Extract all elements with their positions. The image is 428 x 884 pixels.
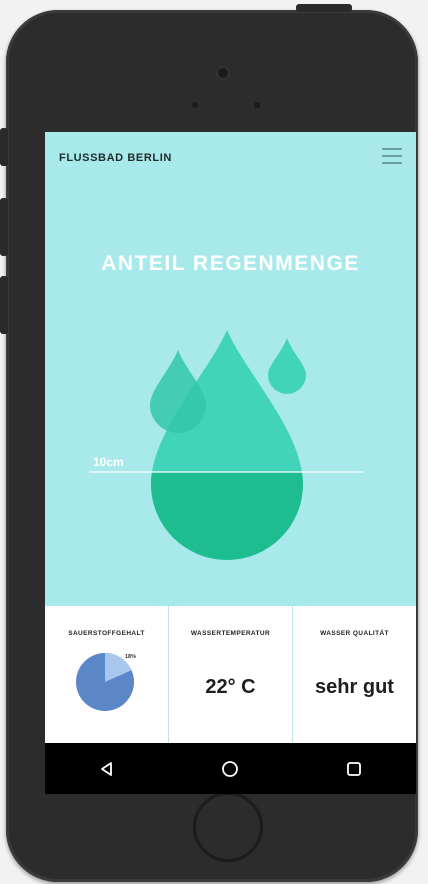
sensor-right — [254, 102, 260, 108]
volume-up-button — [0, 128, 8, 166]
back-icon[interactable] — [87, 749, 127, 789]
oxygen-pie-chart — [76, 653, 134, 711]
sensor-left — [192, 102, 198, 108]
oxygen-percent: 18% — [125, 654, 137, 660]
stat-temperature-value: 22° C — [205, 676, 256, 698]
drop-water-level — [151, 472, 303, 560]
front-camera — [218, 68, 228, 78]
stat-quality-value: sehr gut — [315, 676, 394, 698]
stat-temperature-label: WASSERTEMPERATUR — [190, 630, 271, 637]
phone-frame: FLUSSBAD BERLIN ANTEIL REGENMENGE 10cm S… — [0, 4, 418, 882]
side-button — [0, 276, 8, 334]
small-drop-right — [268, 338, 306, 394]
level-label: 10cm — [93, 455, 124, 469]
rain-drops-illustration — [89, 330, 363, 560]
stats-panel: SAUERSTOFFGEHALT 18% WASSERTEMPERATUR 22… — [45, 606, 416, 743]
stat-oxygen[interactable]: SAUERSTOFFGEHALT 18% — [45, 606, 169, 743]
stat-quality[interactable]: WASSER QUALITÄT sehr gut — [293, 606, 416, 743]
stat-temperature[interactable]: WASSERTEMPERATUR 22° C — [169, 606, 293, 743]
stat-quality-label: WASSER QUALITÄT — [320, 630, 389, 637]
app-screen: FLUSSBAD BERLIN ANTEIL REGENMENGE 10cm S… — [45, 132, 416, 794]
recents-icon[interactable] — [334, 749, 374, 789]
hardware-home-button[interactable] — [193, 792, 263, 862]
power-button — [296, 4, 352, 12]
small-drop-left — [150, 350, 206, 433]
volume-down-button — [0, 198, 8, 256]
home-icon[interactable] — [210, 749, 250, 789]
stat-oxygen-label: SAUERSTOFFGEHALT — [68, 630, 145, 637]
android-nav-bar — [45, 743, 416, 794]
